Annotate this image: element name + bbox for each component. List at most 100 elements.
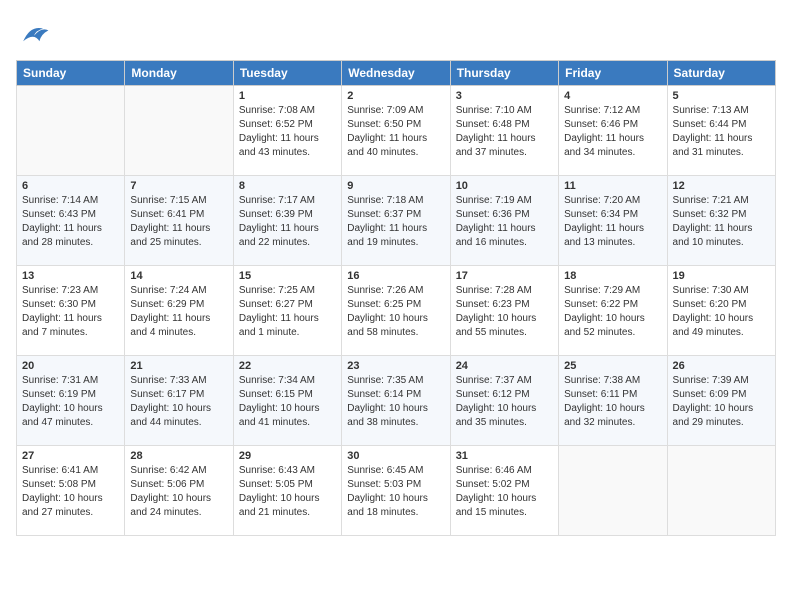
calendar-cell: 31 Sunrise: 6:46 AM Sunset: 5:02 PM Dayli… xyxy=(450,446,558,536)
calendar-cell xyxy=(125,86,233,176)
day-number: 12 xyxy=(673,180,770,192)
day-number: 2 xyxy=(347,90,444,102)
calendar-cell: 22Sunrise: 7:34 AM Sunset: 6:15 PM Dayli… xyxy=(233,356,341,446)
calendar-cell xyxy=(17,86,125,176)
day-number: 15 xyxy=(239,270,336,282)
calendar-week-row: 13Sunrise: 7:23 AM Sunset: 6:30 PM Dayli… xyxy=(17,266,776,356)
calendar-cell: 15 Sunrise: 7:25 AM Sunset: 6:27 PM Dayli… xyxy=(233,266,341,356)
page-header xyxy=(16,16,776,52)
day-number: 17 xyxy=(456,270,553,282)
calendar-cell: 28 Sunrise: 6:42 AM Sunset: 5:06 PM Dayli… xyxy=(125,446,233,536)
day-number: 3 xyxy=(456,90,553,102)
calendar-week-row: 20 Sunrise: 7:31 AM Sunset: 6:19 PM Dayli… xyxy=(17,356,776,446)
day-details: Sunrise: 7:29 AM Sunset: 6:22 PM Dayligh… xyxy=(564,284,661,340)
day-number: 8 xyxy=(239,180,336,192)
day-details: Sunrise: 6:41 AM Sunset: 5:08 PM Dayligh… xyxy=(22,464,119,520)
logo xyxy=(16,16,56,52)
calendar-cell: 5 Sunrise: 7:13 AM Sunset: 6:44 PM Daylig… xyxy=(667,86,775,176)
calendar-cell: 12 Sunrise: 7:21 AM Sunset: 6:32 PM Dayli… xyxy=(667,176,775,266)
calendar-cell: 17 Sunrise: 7:28 AM Sunset: 6:23 PM Dayli… xyxy=(450,266,558,356)
calendar-cell: 25Sunrise: 7:38 AM Sunset: 6:11 PM Dayli… xyxy=(559,356,667,446)
day-number: 9 xyxy=(347,180,444,192)
day-number: 13 xyxy=(22,270,119,282)
calendar-header-monday: Monday xyxy=(125,61,233,86)
calendar-week-row: 1 Sunrise: 7:08 AM Sunset: 6:52 PM Daylig… xyxy=(17,86,776,176)
day-number: 16 xyxy=(347,270,444,282)
calendar-cell: 14Sunrise: 7:24 AM Sunset: 6:29 PM Dayli… xyxy=(125,266,233,356)
day-details: Sunrise: 7:31 AM Sunset: 6:19 PM Dayligh… xyxy=(22,374,119,430)
day-number: 11 xyxy=(564,180,661,192)
day-number: 30 xyxy=(347,450,444,462)
day-number: 10 xyxy=(456,180,553,192)
calendar-header-friday: Friday xyxy=(559,61,667,86)
day-details: Sunrise: 7:25 AM Sunset: 6:27 PM Dayligh… xyxy=(239,284,336,340)
calendar-header-sunday: Sunday xyxy=(17,61,125,86)
calendar-cell: 4 Sunrise: 7:12 AM Sunset: 6:46 PM Daylig… xyxy=(559,86,667,176)
calendar-header-wednesday: Wednesday xyxy=(342,61,450,86)
day-details: Sunrise: 7:30 AM Sunset: 6:20 PM Dayligh… xyxy=(673,284,770,340)
day-details: Sunrise: 7:08 AM Sunset: 6:52 PM Dayligh… xyxy=(239,104,336,160)
day-number: 7 xyxy=(130,180,227,192)
calendar-cell xyxy=(559,446,667,536)
calendar-header-row: SundayMondayTuesdayWednesdayThursdayFrid… xyxy=(17,61,776,86)
day-number: 14 xyxy=(130,270,227,282)
day-number: 6 xyxy=(22,180,119,192)
calendar-cell: 13Sunrise: 7:23 AM Sunset: 6:30 PM Dayli… xyxy=(17,266,125,356)
calendar-week-row: 6 Sunrise: 7:14 AM Sunset: 6:43 PM Daylig… xyxy=(17,176,776,266)
calendar-week-row: 27 Sunrise: 6:41 AM Sunset: 5:08 PM Dayli… xyxy=(17,446,776,536)
calendar-cell: 20 Sunrise: 7:31 AM Sunset: 6:19 PM Dayli… xyxy=(17,356,125,446)
day-details: Sunrise: 7:18 AM Sunset: 6:37 PM Dayligh… xyxy=(347,194,444,250)
day-details: Sunrise: 7:35 AM Sunset: 6:14 PM Dayligh… xyxy=(347,374,444,430)
day-details: Sunrise: 7:21 AM Sunset: 6:32 PM Dayligh… xyxy=(673,194,770,250)
logo-icon xyxy=(16,16,52,52)
calendar-header-thursday: Thursday xyxy=(450,61,558,86)
calendar-cell: 18 Sunrise: 7:29 AM Sunset: 6:22 PM Dayli… xyxy=(559,266,667,356)
calendar-cell: 23 Sunrise: 7:35 AM Sunset: 6:14 PM Dayli… xyxy=(342,356,450,446)
day-details: Sunrise: 7:33 AM Sunset: 6:17 PM Dayligh… xyxy=(130,374,227,430)
day-details: Sunrise: 7:10 AM Sunset: 6:48 PM Dayligh… xyxy=(456,104,553,160)
day-details: Sunrise: 7:12 AM Sunset: 6:46 PM Dayligh… xyxy=(564,104,661,160)
day-details: Sunrise: 6:43 AM Sunset: 5:05 PM Dayligh… xyxy=(239,464,336,520)
calendar-cell: 8Sunrise: 7:17 AM Sunset: 6:39 PM Daylig… xyxy=(233,176,341,266)
calendar-cell: 7 Sunrise: 7:15 AM Sunset: 6:41 PM Daylig… xyxy=(125,176,233,266)
calendar-cell: 21Sunrise: 7:33 AM Sunset: 6:17 PM Dayli… xyxy=(125,356,233,446)
day-number: 26 xyxy=(673,360,770,372)
calendar-cell xyxy=(667,446,775,536)
calendar-cell: 2 Sunrise: 7:09 AM Sunset: 6:50 PM Daylig… xyxy=(342,86,450,176)
day-details: Sunrise: 7:39 AM Sunset: 6:09 PM Dayligh… xyxy=(673,374,770,430)
calendar-cell: 6 Sunrise: 7:14 AM Sunset: 6:43 PM Daylig… xyxy=(17,176,125,266)
calendar-cell: 9 Sunrise: 7:18 AM Sunset: 6:37 PM Daylig… xyxy=(342,176,450,266)
calendar-cell: 3 Sunrise: 7:10 AM Sunset: 6:48 PM Daylig… xyxy=(450,86,558,176)
day-details: Sunrise: 7:28 AM Sunset: 6:23 PM Dayligh… xyxy=(456,284,553,340)
calendar-header-saturday: Saturday xyxy=(667,61,775,86)
day-details: Sunrise: 7:15 AM Sunset: 6:41 PM Dayligh… xyxy=(130,194,227,250)
day-details: Sunrise: 6:45 AM Sunset: 5:03 PM Dayligh… xyxy=(347,464,444,520)
day-number: 22 xyxy=(239,360,336,372)
calendar-table: SundayMondayTuesdayWednesdayThursdayFrid… xyxy=(16,60,776,536)
day-number: 18 xyxy=(564,270,661,282)
day-number: 4 xyxy=(564,90,661,102)
day-details: Sunrise: 7:13 AM Sunset: 6:44 PM Dayligh… xyxy=(673,104,770,160)
day-number: 31 xyxy=(456,450,553,462)
day-number: 28 xyxy=(130,450,227,462)
day-details: Sunrise: 7:14 AM Sunset: 6:43 PM Dayligh… xyxy=(22,194,119,250)
day-number: 27 xyxy=(22,450,119,462)
calendar-cell: 11 Sunrise: 7:20 AM Sunset: 6:34 PM Dayli… xyxy=(559,176,667,266)
day-number: 20 xyxy=(22,360,119,372)
day-details: Sunrise: 7:09 AM Sunset: 6:50 PM Dayligh… xyxy=(347,104,444,160)
day-details: Sunrise: 7:38 AM Sunset: 6:11 PM Dayligh… xyxy=(564,374,661,430)
calendar-cell: 10Sunrise: 7:19 AM Sunset: 6:36 PM Dayli… xyxy=(450,176,558,266)
calendar-cell: 24Sunrise: 7:37 AM Sunset: 6:12 PM Dayli… xyxy=(450,356,558,446)
calendar-cell: 26 Sunrise: 7:39 AM Sunset: 6:09 PM Dayli… xyxy=(667,356,775,446)
day-number: 29 xyxy=(239,450,336,462)
calendar-cell: 1 Sunrise: 7:08 AM Sunset: 6:52 PM Daylig… xyxy=(233,86,341,176)
day-details: Sunrise: 7:37 AM Sunset: 6:12 PM Dayligh… xyxy=(456,374,553,430)
day-details: Sunrise: 6:42 AM Sunset: 5:06 PM Dayligh… xyxy=(130,464,227,520)
day-number: 23 xyxy=(347,360,444,372)
day-number: 5 xyxy=(673,90,770,102)
day-number: 19 xyxy=(673,270,770,282)
day-details: Sunrise: 6:46 AM Sunset: 5:02 PM Dayligh… xyxy=(456,464,553,520)
day-details: Sunrise: 7:20 AM Sunset: 6:34 PM Dayligh… xyxy=(564,194,661,250)
day-number: 1 xyxy=(239,90,336,102)
calendar-cell: 27 Sunrise: 6:41 AM Sunset: 5:08 PM Dayli… xyxy=(17,446,125,536)
